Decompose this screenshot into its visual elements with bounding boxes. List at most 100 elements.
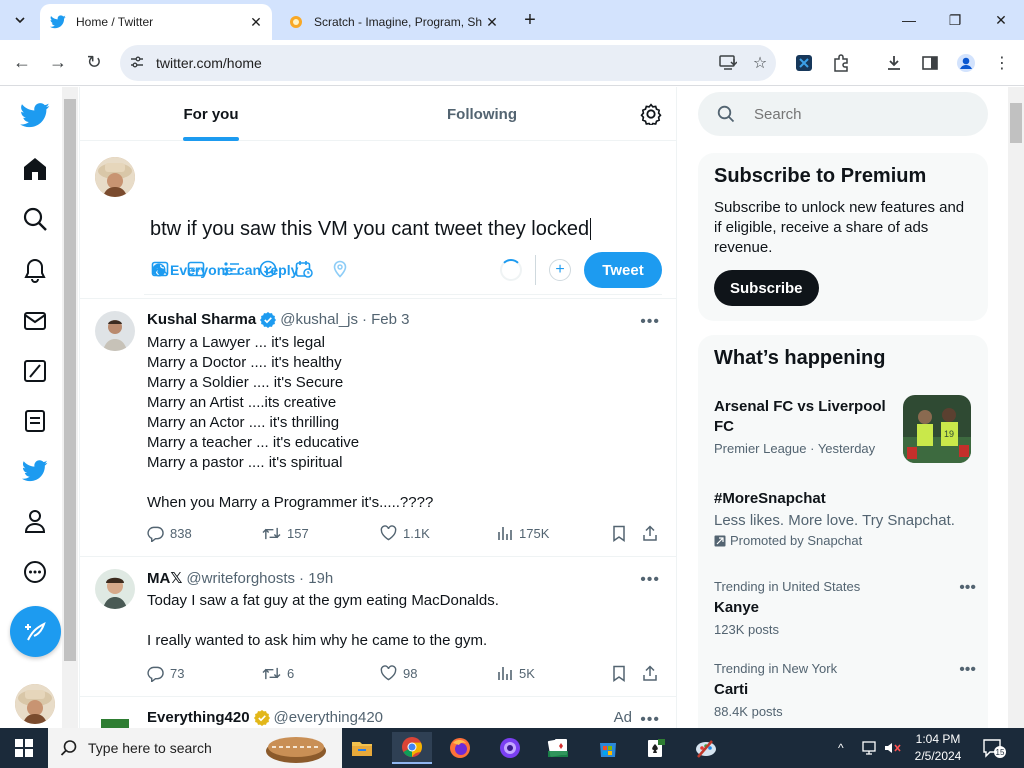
more-circle-icon[interactable]	[10, 550, 60, 594]
close-window-icon[interactable]: ✕	[978, 6, 1024, 34]
install-app-icon[interactable]	[712, 55, 744, 71]
tweet-handle[interactable]: @kushal_js	[280, 311, 358, 328]
search-input[interactable]	[754, 105, 954, 123]
tab-twitter[interactable]: Home / Twitter ✕	[40, 4, 272, 40]
account-avatar[interactable]	[15, 684, 55, 724]
chrome-icon[interactable]	[392, 732, 432, 764]
tweet-time[interactable]: · 19h	[299, 570, 333, 587]
tab-search-button[interactable]	[8, 8, 32, 32]
tweet-author-name[interactable]: Everything420	[147, 709, 250, 726]
tweet-author-name[interactable]: Kushal Sharma	[147, 311, 256, 328]
compose-tweet-button[interactable]	[10, 606, 61, 657]
bookmark-button[interactable]	[612, 525, 626, 542]
tweet-card[interactable]: Kushal Sharma @kushal_js · Feb 3 ••• Mar…	[80, 299, 676, 557]
trend-thumbnail[interactable]: 19	[903, 395, 971, 463]
profile-icon[interactable]	[953, 50, 979, 76]
retweet-button[interactable]: 6	[262, 665, 294, 682]
minimize-icon[interactable]: —	[886, 6, 932, 34]
tab-for-you[interactable]: For you	[80, 87, 342, 141]
tweet-more-icon[interactable]: •••	[640, 313, 660, 331]
tweet-handle[interactable]: @writeforghosts	[186, 570, 295, 587]
new-tab-button[interactable]: +	[518, 8, 542, 32]
show-hidden-icons-chevron-icon[interactable]: ^	[838, 728, 844, 768]
trend-item-promoted[interactable]: #MoreSnapchat Less likes. More love. Try…	[714, 489, 976, 548]
forward-arrow-icon[interactable]: →	[44, 48, 72, 76]
messages-envelope-icon[interactable]	[10, 299, 60, 343]
subscribe-button[interactable]: Subscribe	[714, 270, 819, 306]
retweet-button[interactable]: 157	[262, 525, 309, 542]
tab-following[interactable]: Following	[342, 87, 622, 141]
gif-icon[interactable]: GIF	[186, 259, 206, 279]
left-scrollbar[interactable]	[62, 87, 78, 728]
taskbar-search[interactable]: Type here to search	[48, 728, 342, 768]
media-image-icon[interactable]	[150, 259, 170, 279]
like-button[interactable]: 98	[380, 665, 417, 681]
page-scrollbar[interactable]	[1008, 87, 1024, 728]
trend-item[interactable]: Trending in United States Kanye 123K pos…	[714, 579, 976, 637]
notification-center-icon[interactable]: 15	[982, 728, 1008, 768]
schedule-icon[interactable]	[294, 259, 314, 279]
trend-more-icon[interactable]: •••	[959, 579, 976, 597]
share-button[interactable]	[642, 665, 658, 682]
tweet-card-ad[interactable]: Everything420 @everything420 Ad •••	[80, 697, 676, 728]
close-tab-icon[interactable]: ✕	[482, 12, 502, 32]
share-button[interactable]	[642, 525, 658, 542]
trend-more-icon[interactable]: •••	[959, 661, 976, 679]
tweet-more-icon[interactable]: •••	[640, 571, 660, 589]
compose-textarea[interactable]: btw if you saw this VM you cant tweet th…	[150, 218, 592, 241]
trend-item[interactable]: Arsenal FC vs Liverpool FC Premier Leagu…	[714, 397, 904, 456]
solitaire-icon[interactable]	[538, 732, 578, 764]
network-icon[interactable]	[862, 728, 880, 768]
views-button[interactable]: 5K	[497, 665, 535, 681]
search-box[interactable]	[698, 92, 988, 136]
messenger-app-icon[interactable]	[490, 732, 530, 764]
like-button[interactable]: 1.1K	[380, 525, 430, 541]
tweet-more-icon[interactable]: •••	[640, 711, 660, 728]
views-button[interactable]: 175K	[497, 525, 549, 541]
bookmark-star-icon[interactable]: ☆	[744, 53, 776, 73]
extensions-puzzle-icon[interactable]	[828, 50, 854, 76]
bookmark-button[interactable]	[612, 665, 626, 682]
tweet-handle[interactable]: @everything420	[274, 709, 383, 726]
downloads-icon[interactable]	[881, 50, 907, 76]
tweet-author-name[interactable]: MA𝕏	[147, 569, 182, 587]
twitter-logo-icon[interactable]	[10, 93, 60, 137]
start-button[interactable]	[0, 728, 48, 768]
add-thread-button[interactable]: +	[549, 259, 571, 281]
emoji-icon[interactable]	[258, 259, 278, 279]
extension-x-icon[interactable]	[791, 50, 817, 76]
explore-search-icon[interactable]	[10, 197, 60, 241]
restore-icon[interactable]: ❐	[932, 6, 978, 34]
card-game-icon[interactable]	[636, 732, 676, 764]
tweet-card[interactable]: MA𝕏 @writeforghosts · 19h ••• Today I sa…	[80, 557, 676, 697]
reply-button[interactable]: 838	[147, 525, 192, 542]
trend-item[interactable]: Trending in New York Carti 88.4K posts •…	[714, 661, 976, 719]
home-icon[interactable]	[10, 147, 60, 191]
file-explorer-icon[interactable]	[342, 732, 382, 764]
profile-person-icon[interactable]	[10, 499, 60, 543]
premium-bird-icon[interactable]	[10, 449, 60, 493]
more-vertical-icon[interactable]: ⋮	[989, 50, 1015, 76]
volume-muted-icon[interactable]	[884, 728, 902, 768]
reload-icon[interactable]: ↻	[80, 48, 108, 76]
poll-icon[interactable]	[222, 259, 242, 279]
tweet-button[interactable]: Tweet	[584, 252, 662, 288]
taskbar-clock[interactable]: 1:04 PM 2/5/2024	[902, 731, 974, 765]
side-panel-icon[interactable]	[917, 50, 943, 76]
tweet-avatar[interactable]	[95, 311, 135, 351]
timeline-settings-gear-icon[interactable]	[640, 103, 662, 128]
reply-button[interactable]: 73	[147, 665, 184, 682]
tweet-avatar[interactable]	[95, 569, 135, 609]
tweet-time[interactable]: · Feb 3	[362, 311, 410, 328]
tab-scratch[interactable]: Scratch - Imagine, Program, Sha ✕	[280, 4, 508, 40]
back-arrow-icon[interactable]: ←	[8, 48, 36, 76]
lists-icon[interactable]	[10, 399, 60, 443]
paint-app-icon[interactable]	[686, 732, 726, 764]
grok-icon[interactable]	[10, 349, 60, 393]
composer-avatar[interactable]	[95, 157, 135, 197]
site-info-icon[interactable]	[120, 56, 150, 71]
firefox-icon[interactable]	[440, 732, 480, 764]
address-bar[interactable]: twitter.com/home ☆	[120, 45, 776, 81]
tweet-avatar[interactable]	[95, 709, 135, 728]
notifications-bell-icon[interactable]	[10, 248, 60, 292]
